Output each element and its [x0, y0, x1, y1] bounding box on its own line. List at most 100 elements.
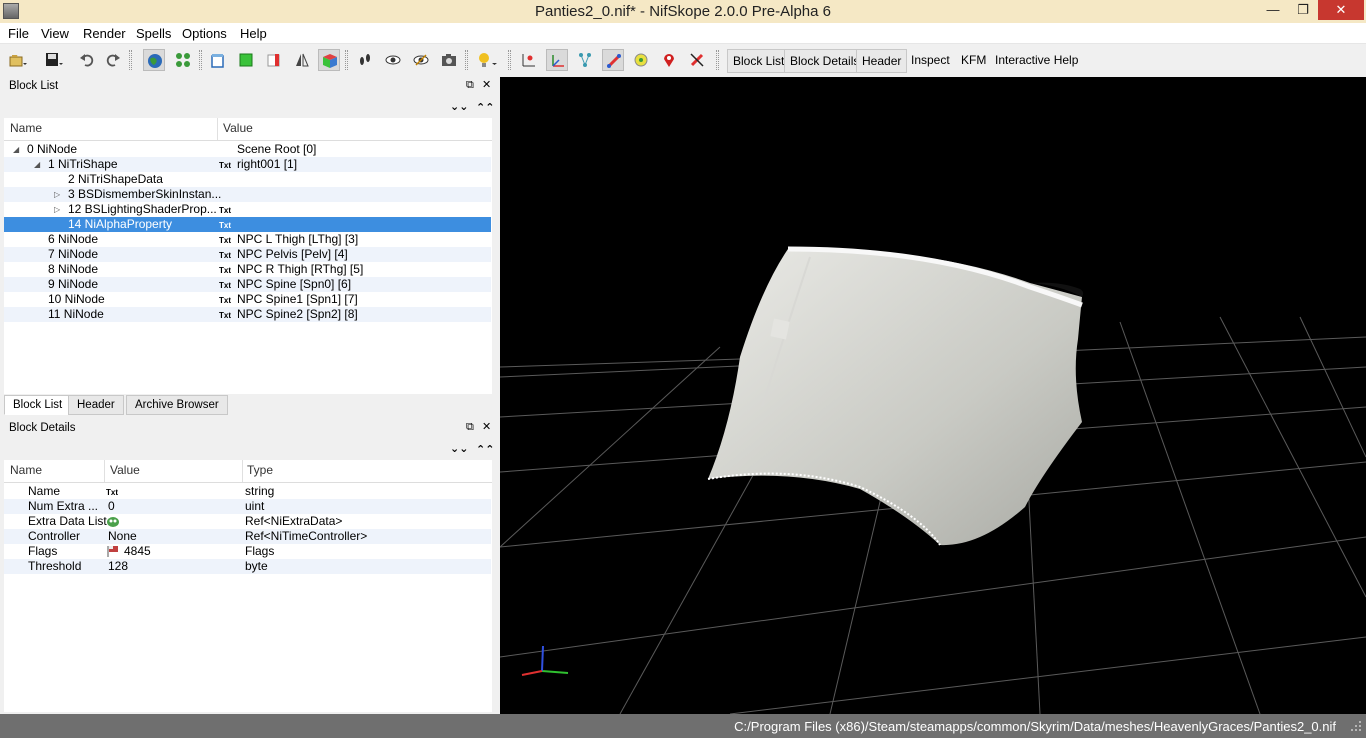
detail-value[interactable]: 0 [108, 499, 115, 514]
nodes-icon[interactable] [172, 49, 194, 71]
tab-header[interactable]: Header [68, 395, 124, 415]
detail-value[interactable]: None [108, 529, 137, 544]
tree-row[interactable]: 11 NiNode Txt NPC Spine2 [Spn2] [8] [4, 307, 491, 322]
walk-icon[interactable] [354, 49, 376, 71]
title-bar: Panties2_0.nif* - NifSkope 2.0.0 Pre-Alp… [0, 0, 1366, 23]
row-name: 2 NiTriShapeData [68, 172, 163, 186]
undock-icon[interactable]: ⧉ [466, 79, 474, 92]
tree-row[interactable]: 7 NiNode Txt NPC Pelvis [Pelv] [4] [4, 247, 491, 262]
globe-icon[interactable] [143, 49, 165, 71]
redo-icon[interactable] [102, 49, 124, 71]
detail-row[interactable]: Name Txt string [4, 484, 491, 499]
view-side-icon[interactable] [263, 49, 285, 71]
tree-row[interactable]: 9 NiNode Txt NPC Spine [Spn0] [6] [4, 277, 491, 292]
mesh-panties [707, 246, 1084, 546]
tree-row[interactable]: 6 NiNode Txt NPC L Thigh [LThg] [3] [4, 232, 491, 247]
detail-row[interactable]: Num Extra ... 0 uint [4, 499, 491, 514]
target-icon[interactable] [630, 49, 652, 71]
tree-row[interactable]: ▷ 12 BSLightingShaderProp... Txt [4, 202, 491, 217]
menu-view[interactable]: View [41, 26, 69, 41]
block-details-table[interactable]: Name Value Type Name Txt string Num Extr… [4, 460, 492, 712]
hide-bones-icon[interactable] [686, 49, 708, 71]
tree-row[interactable]: ▷ 3 BSDismemberSkinInstan... [4, 187, 491, 202]
undock-icon[interactable]: ⧉ [466, 421, 474, 434]
3d-viewport[interactable] [500, 77, 1366, 714]
close-panel-icon[interactable]: ✕ [482, 78, 491, 91]
block-list-toggle[interactable]: Block List [727, 49, 791, 73]
column-header-value[interactable]: Value [110, 463, 140, 477]
tree-row[interactable]: ◢ 1 NiTriShape Txt right001 [1] [4, 157, 491, 172]
save-icon[interactable] [42, 49, 64, 71]
maximize-button[interactable]: ❐ [1288, 0, 1318, 20]
close-button[interactable]: ✕ [1318, 0, 1364, 20]
txt-icon: Txt [219, 266, 231, 275]
tree-row[interactable]: 2 NiTriShapeData [4, 172, 491, 187]
map-pin-icon[interactable] [658, 49, 680, 71]
column-header-name[interactable]: Name [10, 463, 42, 477]
detail-row[interactable]: Controller None Ref<NiTimeController> [4, 529, 491, 544]
status-bar: C:/Program Files (x86)/Steam/steamapps/c… [0, 714, 1366, 738]
menu-file[interactable]: File [8, 26, 29, 41]
axes-icon[interactable] [546, 49, 568, 71]
interactive-help-button[interactable]: Interactive Help [990, 49, 1083, 73]
eye-icon[interactable] [382, 49, 404, 71]
perspective-cube-icon[interactable] [318, 49, 340, 71]
column-header-value[interactable]: Value [223, 121, 253, 135]
view-top-icon[interactable] [235, 49, 257, 71]
inspect-button[interactable]: Inspect [906, 49, 955, 73]
detail-row[interactable]: Extra Data List Ref<NiExtraData> [4, 514, 491, 529]
detail-value[interactable]: 128 [108, 559, 128, 574]
minimize-button[interactable]: — [1258, 0, 1288, 20]
menu-help[interactable]: Help [240, 26, 267, 41]
tab-archive-browser[interactable]: Archive Browser [126, 395, 228, 415]
expand-arrow-icon[interactable]: ◢ [34, 157, 40, 172]
detail-row[interactable]: Flags 4845 Flags [4, 544, 491, 559]
row-value: NPC Spine2 [Spn2] [8] [237, 307, 358, 321]
expand-all-icon[interactable]: ⌃⌃ [476, 101, 494, 114]
block-details-toggle[interactable]: Block Details [784, 49, 866, 73]
collapse-all-icon[interactable]: ⌄⌄ [450, 442, 468, 455]
detail-name: Extra Data List [28, 514, 107, 528]
tree-row[interactable]: 10 NiNode Txt NPC Spine1 [Spn1] [7] [4, 292, 491, 307]
expand-all-icon[interactable]: ⌃⌃ [476, 443, 494, 456]
header-toggle[interactable]: Header [856, 49, 908, 73]
screenshot-icon[interactable] [438, 49, 460, 71]
menu-options[interactable]: Options [182, 26, 227, 41]
row-name: 7 NiNode [48, 247, 99, 261]
detail-name: Num Extra ... [28, 499, 99, 513]
row-value: NPC Spine1 [Spn1] [7] [237, 292, 358, 306]
block-list-tree[interactable]: Name Value ◢ 0 NiNode Scene Root [0] ◢ 1… [4, 118, 492, 394]
render-view [500, 246, 1366, 714]
resize-grip-icon[interactable] [1350, 720, 1362, 732]
open-icon[interactable] [6, 49, 28, 71]
detail-type: Ref<NiExtraData> [245, 514, 343, 528]
expand-arrow-icon[interactable]: ◢ [13, 142, 19, 157]
collapsed-arrow-icon[interactable]: ▷ [54, 187, 60, 202]
undo-icon[interactable] [76, 49, 98, 71]
detail-value[interactable]: 4845 [124, 544, 151, 559]
column-header-type[interactable]: Type [247, 463, 273, 477]
row-value: NPC Pelvis [Pelv] [4] [237, 247, 348, 261]
dock-tabs: Block List Header Archive Browser [4, 395, 496, 415]
menu-spells[interactable]: Spells [136, 26, 171, 41]
detail-name: Threshold [28, 559, 82, 573]
menu-render[interactable]: Render [83, 26, 126, 41]
close-panel-icon[interactable]: ✕ [482, 420, 491, 433]
tree-row-selected[interactable]: 14 NiAlphaProperty Txt [4, 217, 491, 232]
axis-point-icon[interactable] [518, 49, 540, 71]
flip-view-icon[interactable] [291, 49, 313, 71]
collapsed-arrow-icon[interactable]: ▷ [54, 202, 60, 217]
column-header-name[interactable]: Name [10, 121, 42, 135]
bone-icon[interactable] [602, 49, 624, 71]
block-list-title: Block List [9, 80, 59, 92]
tree-row[interactable]: 8 NiNode Txt NPC R Thigh [RThg] [5] [4, 262, 491, 277]
kfm-button[interactable]: KFM [956, 49, 991, 73]
tab-block-list[interactable]: Block List [4, 395, 72, 415]
detail-row[interactable]: Threshold 128 byte [4, 559, 491, 574]
eye-hidden-icon[interactable] [410, 49, 432, 71]
collapse-all-icon[interactable]: ⌄⌄ [450, 100, 468, 113]
view-front-icon[interactable] [207, 49, 229, 71]
lightbulb-icon[interactable] [474, 49, 497, 71]
skeleton-icon[interactable] [574, 49, 596, 71]
tree-row[interactable]: ◢ 0 NiNode Scene Root [0] [4, 142, 491, 157]
